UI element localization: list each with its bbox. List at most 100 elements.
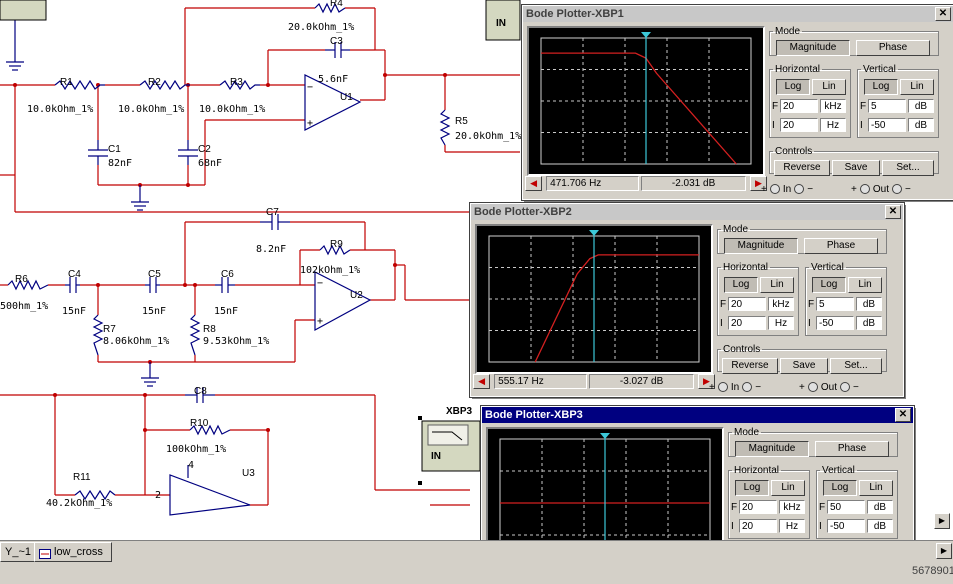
window-titlebar[interactable]: Bode Plotter-XBP3 ✕ (482, 407, 913, 423)
initial-value-input[interactable]: 20 (780, 118, 818, 132)
component-value-r4[interactable]: 20.0kOhm_1% (288, 22, 354, 33)
initial-unit-select[interactable]: Hz (820, 118, 846, 132)
close-button[interactable]: ✕ (895, 408, 911, 422)
phase-button[interactable]: Phase (856, 40, 930, 56)
cursor-left-arrow-icon[interactable]: ◀ (525, 176, 543, 191)
component-value-r6[interactable]: 500hm_1% (0, 301, 48, 312)
final-unit-select[interactable]: kHz (768, 297, 794, 311)
bode-plotter-window-xbp1[interactable]: Bode Plotter-XBP1 ✕ ◀ 471.706 Hz -2.031 dB ▶… (521, 4, 953, 201)
component-ref-r7[interactable]: R7 (103, 324, 116, 335)
component-value-r7[interactable]: 8.06kOhm_1% (103, 336, 169, 347)
component-ref-u2[interactable]: U2 (350, 290, 363, 301)
component-value-c2[interactable]: 68nF (198, 158, 222, 169)
component-ref-u1[interactable]: U1 (340, 92, 353, 103)
component-value-r10[interactable]: 100kOhm_1% (166, 444, 226, 455)
lin-button[interactable]: Lin (760, 277, 794, 293)
in-minus-terminal-icon[interactable] (742, 382, 753, 393)
lin-button[interactable]: Lin (900, 79, 934, 95)
final-unit-select[interactable]: kHz (820, 99, 846, 113)
magnitude-button[interactable]: Magnitude (776, 40, 850, 56)
component-ref-c4[interactable]: C4 (68, 269, 81, 280)
initial-unit-select[interactable]: Hz (768, 316, 794, 330)
bode-plot-screen[interactable] (477, 226, 711, 372)
log-button[interactable]: Log (864, 79, 898, 95)
in-minus-terminal-icon[interactable] (794, 184, 805, 195)
in-terminal-icon[interactable] (769, 184, 780, 195)
close-button[interactable]: ✕ (935, 7, 951, 21)
initial-unit-select[interactable]: dB (856, 316, 882, 330)
log-button[interactable]: Log (812, 277, 846, 293)
initial-value-input[interactable]: -50 (868, 118, 906, 132)
final-unit-select[interactable]: dB (867, 500, 893, 514)
final-unit-select[interactable]: kHz (779, 500, 805, 514)
component-ref-c6[interactable]: C6 (221, 269, 234, 280)
window-titlebar[interactable]: Bode Plotter-XBP1 ✕ (523, 6, 953, 22)
component-ref-r10[interactable]: R10 (190, 418, 209, 429)
component-value-r1[interactable]: 10.0kOhm_1% (27, 104, 93, 115)
component-value-r11[interactable]: 40.2kOhm_1% (46, 498, 112, 509)
final-value-input[interactable]: 20 (739, 500, 777, 514)
component-ref-c1[interactable]: C1 (108, 144, 121, 155)
component-ref-r2[interactable]: R2 (148, 77, 161, 88)
scroll-right-icon-lower[interactable]: ▶ (936, 543, 952, 559)
bode-plotter-window-xbp2[interactable]: Bode Plotter-XBP2 ✕ ◀ 555.17 Hz -3.027 dB ▶ M… (469, 202, 905, 398)
component-value-c4[interactable]: 15nF (62, 306, 86, 317)
reverse-button[interactable]: Reverse (774, 160, 830, 176)
bode-plot-screen[interactable] (529, 28, 763, 174)
final-unit-select[interactable]: dB (856, 297, 882, 311)
save-button[interactable]: Save (780, 358, 828, 374)
initial-value-input[interactable]: 20 (728, 316, 766, 330)
cursor-handle-icon[interactable] (589, 230, 599, 236)
component-ref-c8[interactable]: C8 (194, 386, 207, 397)
log-button[interactable]: Log (735, 480, 769, 496)
phase-button[interactable]: Phase (804, 238, 878, 254)
component-value-r3[interactable]: 10.0kOhm_1% (199, 104, 265, 115)
lin-button[interactable]: Lin (771, 480, 805, 496)
initial-value-input[interactable]: -50 (827, 519, 865, 533)
tab-y1[interactable]: Y_~1 (0, 542, 38, 562)
component-value-c6[interactable]: 15nF (214, 306, 238, 317)
log-button[interactable]: Log (823, 480, 857, 496)
tab-low-cross[interactable]: low_cross (34, 542, 112, 562)
scroll-right-icon[interactable]: ▶ (934, 513, 950, 529)
bode-plotter-icon[interactable] (0, 0, 521, 485)
component-value-r2[interactable]: 10.0kOhm_1% (118, 104, 184, 115)
window-titlebar[interactable]: Bode Plotter-XBP2 ✕ (471, 204, 903, 220)
lin-button[interactable]: Lin (848, 277, 882, 293)
final-value-input[interactable]: 5 (816, 297, 854, 311)
out-minus-terminal-icon[interactable] (892, 184, 902, 195)
component-value-r5[interactable]: 20.0kOhm_1% (455, 131, 521, 142)
save-button[interactable]: Save (832, 160, 880, 176)
final-value-input[interactable]: 20 (728, 297, 766, 311)
initial-value-input[interactable]: -50 (816, 316, 854, 330)
component-ref-r1[interactable]: R1 (60, 77, 73, 88)
component-value-c7[interactable]: 8.2nF (256, 244, 286, 255)
component-ref-r6[interactable]: R6 (15, 274, 28, 285)
component-ref-r4[interactable]: R4 (330, 0, 343, 9)
magnitude-button[interactable]: Magnitude (724, 238, 798, 254)
log-button[interactable]: Log (724, 277, 758, 293)
set-button[interactable]: Set... (830, 358, 882, 374)
set-button[interactable]: Set... (882, 160, 934, 176)
magnitude-button[interactable]: Magnitude (735, 441, 809, 457)
initial-unit-select[interactable]: dB (908, 118, 934, 132)
component-ref-c3[interactable]: C3 (330, 36, 343, 47)
component-ref-r11[interactable]: R11 (73, 472, 91, 483)
cursor-left-arrow-icon[interactable]: ◀ (473, 374, 491, 389)
final-unit-select[interactable]: dB (908, 99, 934, 113)
lin-button[interactable]: Lin (859, 480, 893, 496)
out-minus-terminal-icon[interactable] (840, 382, 850, 393)
component-value-r8[interactable]: 9.53kOhm_1% (203, 336, 269, 347)
phase-button[interactable]: Phase (815, 441, 889, 457)
component-ref-u3[interactable]: U3 (242, 468, 255, 479)
component-value-c3[interactable]: 5.6nF (318, 74, 348, 85)
reverse-button[interactable]: Reverse (722, 358, 778, 374)
out-terminal-icon[interactable] (807, 382, 818, 393)
log-button[interactable]: Log (776, 79, 810, 95)
cursor-handle-icon[interactable] (600, 433, 610, 439)
cursor-handle-icon[interactable] (641, 32, 651, 38)
component-ref-r9[interactable]: R9 (330, 239, 343, 250)
final-value-input[interactable]: 20 (780, 99, 818, 113)
component-ref-r5[interactable]: R5 (455, 116, 468, 127)
component-ref-c7[interactable]: C7 (266, 207, 279, 218)
